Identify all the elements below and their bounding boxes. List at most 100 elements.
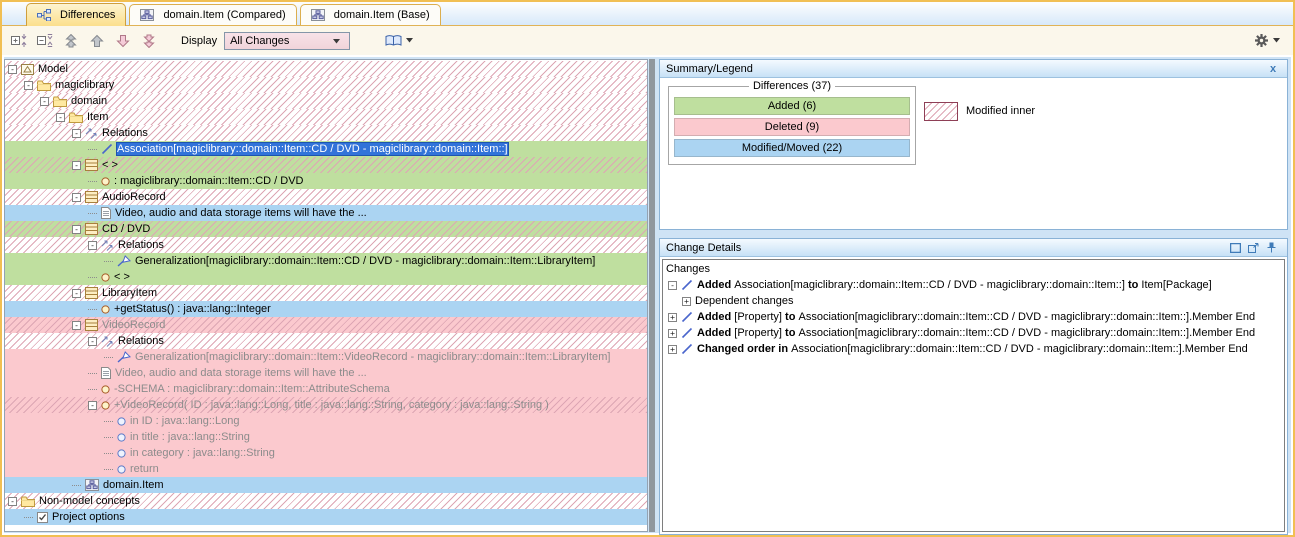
tree-row[interactable]: - Model [5, 61, 647, 77]
change-item-text: Added [Property] to Association[magiclib… [697, 311, 1255, 323]
change-item-text: Dependent changes [695, 295, 793, 307]
first-change-button[interactable] [61, 30, 85, 52]
collapse-toggle-icon[interactable]: - [40, 97, 49, 106]
tree-row-label: Generalization[magiclibrary::domain::Ite… [135, 255, 595, 267]
collapse-toggle-icon[interactable]: - [72, 193, 81, 202]
collapse-toggle-icon[interactable]: - [8, 65, 17, 74]
tab-domain-item-compared[interactable]: domain.Item (Compared) [129, 4, 296, 25]
tree-row[interactable]: Video, audio and data storage items will… [5, 205, 647, 221]
tree-row[interactable]: in ID : java::lang::Long [5, 413, 647, 429]
last-change-button[interactable] [139, 30, 163, 52]
collapse-toggle-icon[interactable]: - [88, 337, 97, 346]
change-item[interactable]: - Added Association[magiclibrary::domain:… [666, 277, 1281, 293]
relations-icon [85, 127, 98, 139]
display-filter-combobox[interactable]: All Changes [224, 32, 350, 50]
panel-splitter[interactable] [649, 59, 655, 532]
collapse-toggle-icon[interactable]: - [72, 129, 81, 138]
tree-row[interactable]: -LibraryItem [5, 285, 647, 301]
expand-toggle-icon[interactable]: + [682, 297, 691, 306]
tree-row[interactable]: - CD / DVD [5, 221, 647, 237]
tree-row[interactable]: in title : java::lang::String [5, 429, 647, 445]
tree-row[interactable]: Project options [5, 509, 647, 525]
change-item-text: Added Association[magiclibrary::domain::… [697, 279, 1212, 291]
expand-toggle-icon[interactable]: + [668, 313, 677, 322]
tree-row-label: -SCHEMA : magiclibrary::domain::Item::At… [114, 383, 390, 395]
tree-connector [104, 261, 113, 262]
model-icon [21, 64, 34, 75]
tree-row[interactable]: Association[magiclibrary::domain::Item::… [5, 141, 647, 157]
collapse-toggle-icon[interactable]: - [24, 81, 33, 90]
diagram-icon [140, 9, 154, 21]
tree-row-label: Model [38, 63, 68, 75]
change-item[interactable]: + Added [Property] to Association[magicli… [666, 309, 1281, 325]
tab-strip: Differences domain.Item (Compared)domain.… [2, 2, 1293, 26]
tree-row[interactable]: -Item [5, 109, 647, 125]
tab-label: Differences [60, 9, 115, 21]
tree-connector [104, 453, 113, 454]
change-item[interactable]: +Changed order in Association[magiclibra… [666, 341, 1281, 357]
tree-row-label: domain [71, 95, 107, 107]
close-icon[interactable]: x [1265, 62, 1281, 76]
down-icon [116, 34, 130, 48]
legend-bar-added: Added (6) [674, 97, 910, 115]
collapse-toggle-icon[interactable]: - [56, 113, 65, 122]
collapse-all-button[interactable] [35, 30, 59, 52]
tree-row[interactable]: return [5, 461, 647, 477]
summary-legend-title: Summary/Legend [666, 63, 1265, 75]
tree-row[interactable]: Generalization[magiclibrary::domain::Ite… [5, 349, 647, 365]
association-icon [101, 143, 113, 155]
tree-row[interactable]: -magiclibrary [5, 77, 647, 93]
tree-row[interactable]: : magiclibrary::domain::Item::CD / DVD [5, 173, 647, 189]
collapse-toggle-icon[interactable]: - [72, 321, 81, 330]
diagram-icon [311, 9, 325, 21]
tree-row[interactable]: - Non-model concepts [5, 493, 647, 509]
uml-class-icon [85, 159, 98, 171]
expand-all-button[interactable] [9, 30, 33, 52]
tree-row[interactable]: -< > [5, 157, 647, 173]
collapse-toggle-icon[interactable]: - [72, 225, 81, 234]
tree-row[interactable]: -Relations [5, 237, 647, 253]
tree-row[interactable]: -+VideoRecord( ID : java::lang::Long, ti… [5, 397, 647, 413]
tree-row-label: CD / DVD [102, 223, 150, 235]
tree-row[interactable]: -AudioRecord [5, 189, 647, 205]
tree-row[interactable]: -Relations [5, 125, 647, 141]
float-button[interactable] [1247, 241, 1263, 255]
tree-row[interactable]: < > [5, 269, 647, 285]
legend-button[interactable] [384, 30, 418, 52]
change-item[interactable]: + Dependent changes [666, 293, 1281, 309]
parameter-icon [117, 449, 126, 458]
differences-group: Differences (37) Added (6)Deleted (9)Mod… [668, 80, 916, 165]
expand-toggle-icon[interactable]: + [668, 345, 677, 354]
tree-row-label: Non-model concepts [39, 495, 140, 507]
tree-row[interactable]: +getStatus() : java::lang::Integer [5, 301, 647, 317]
tree-row-label: : magiclibrary::domain::Item::CD / DVD [114, 175, 304, 187]
pin-button[interactable] [1265, 241, 1281, 255]
tree-row[interactable]: -Relations [5, 333, 647, 349]
collapse-toggle-icon[interactable]: - [72, 161, 81, 170]
folder-icon [69, 112, 83, 123]
collapse-toggle-icon[interactable]: - [88, 401, 97, 410]
options-gear-button[interactable] [1252, 30, 1286, 52]
tree-row[interactable]: Generalization[magiclibrary::domain::Ite… [5, 253, 647, 269]
tree-row-label: Generalization[magiclibrary::domain::Ite… [135, 351, 610, 363]
tree-row[interactable]: domain.Item [5, 477, 647, 493]
previous-change-button[interactable] [87, 30, 111, 52]
tree-row[interactable]: in category : java::lang::String [5, 445, 647, 461]
modified-inner-label: Modified inner [966, 105, 1035, 117]
collapse-toggle-icon[interactable]: - [72, 289, 81, 298]
tree-row[interactable]: -VideoRecord [5, 317, 647, 333]
collapse-toggle-icon[interactable]: - [88, 241, 97, 250]
maximize-button[interactable] [1229, 241, 1245, 255]
collapse-toggle-icon[interactable]: - [8, 497, 17, 506]
tree-row[interactable]: -SCHEMA : magiclibrary::domain::Item::At… [5, 381, 647, 397]
change-item[interactable]: +Added [Property] to Association[magicli… [666, 325, 1281, 341]
tree-row[interactable]: Video, audio and data storage items will… [5, 365, 647, 381]
collapse-toggle-icon[interactable]: - [668, 281, 677, 290]
tree-row[interactable]: - domain [5, 93, 647, 109]
tab-differences[interactable]: Differences [26, 3, 126, 26]
tree-connector [104, 437, 113, 438]
relations-icon [101, 239, 114, 251]
tab-domain-item-base[interactable]: domain.Item (Base) [300, 4, 441, 25]
next-change-button[interactable] [113, 30, 137, 52]
expand-toggle-icon[interactable]: + [668, 329, 677, 338]
